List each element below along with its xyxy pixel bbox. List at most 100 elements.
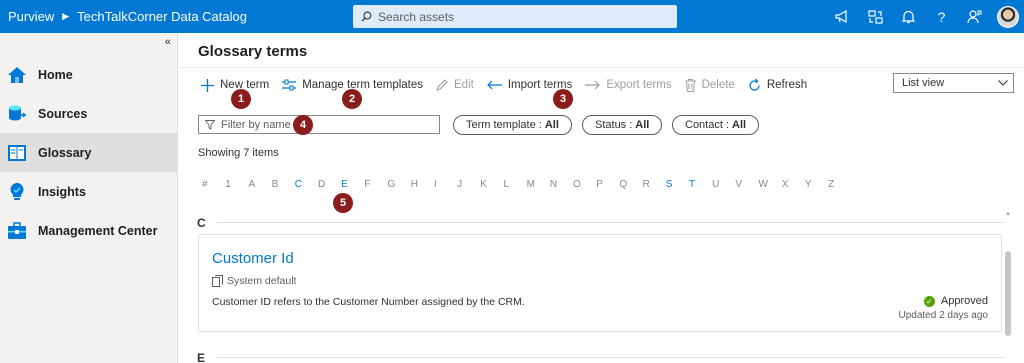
- alphabet-letter: X: [781, 179, 789, 190]
- alphabet-letter: R: [642, 179, 650, 190]
- import-arrow-icon: [486, 80, 502, 90]
- toolbar: New term Manage term templates Edit Impo…: [201, 75, 820, 95]
- alphabet-letter: I: [433, 179, 437, 190]
- catalog-name[interactable]: TechTalkCorner Data Catalog: [77, 9, 247, 24]
- alphabet-letter: O: [573, 179, 581, 190]
- filter-placeholder: Filter by name: [221, 118, 291, 131]
- sidebar-item-label: Management Center: [38, 223, 158, 238]
- alphabet-letter[interactable]: T: [689, 179, 712, 190]
- term-name-link[interactable]: Customer Id: [212, 250, 294, 267]
- sidebar-item-home[interactable]: Home: [0, 55, 177, 94]
- section-header-e: E: [197, 351, 206, 363]
- chevron-down-icon: [998, 80, 1008, 86]
- filter-by-name-input[interactable]: Filter by name: [198, 115, 440, 134]
- alphabet-letter: D: [317, 179, 326, 190]
- sidebar-item-glossary[interactable]: Glossary: [0, 133, 177, 172]
- status-filter-pill[interactable]: Status : All: [582, 115, 663, 135]
- sidebar-item-management-center[interactable]: Management Center: [0, 211, 177, 250]
- help-icon[interactable]: ?: [925, 0, 958, 33]
- scrollbar[interactable]: ▲: [1004, 211, 1012, 363]
- view-select[interactable]: List view: [893, 73, 1014, 93]
- glossary-icon: [6, 142, 28, 164]
- notifications-bell-icon[interactable]: [892, 0, 925, 33]
- top-bar: Purview ▶ TechTalkCorner Data Catalog Se…: [0, 0, 1024, 33]
- app-name[interactable]: Purview: [8, 9, 54, 24]
- feedback-icon[interactable]: [958, 0, 991, 33]
- term-template-filter-pill[interactable]: Term template : All: [453, 115, 572, 135]
- alphabet-letter: #: [202, 179, 208, 190]
- glossary-term-card[interactable]: Customer Id System default Customer ID r…: [198, 234, 1002, 332]
- section-divider: [217, 222, 1004, 223]
- alphabet-letter[interactable]: C: [295, 179, 318, 190]
- item-count: Showing 7 items: [198, 147, 279, 159]
- alphabet-letter: V: [735, 179, 742, 190]
- term-description: Customer ID refers to the Customer Numbe…: [212, 296, 525, 308]
- sidebar: « Home Sources Glossary Insights Managem…: [0, 33, 178, 363]
- home-icon: [6, 64, 28, 86]
- alphabet-letter: Z: [828, 179, 835, 190]
- status-badge: ✓ Approved: [923, 295, 988, 307]
- sidebar-item-insights[interactable]: Insights: [0, 172, 177, 211]
- checkmark-icon: ✓: [923, 295, 935, 307]
- alphabet-letter: L: [503, 179, 509, 190]
- delete-label: Delete: [701, 79, 735, 91]
- view-select-value: List view: [902, 77, 945, 89]
- delete-button[interactable]: Delete: [684, 78, 735, 92]
- scroll-up-arrow-icon[interactable]: ▲: [1004, 211, 1012, 217]
- avatar[interactable]: [997, 5, 1019, 28]
- alphabet-letter: U: [712, 179, 720, 190]
- alphabet-letter: Q: [619, 179, 628, 190]
- plus-icon: [201, 78, 214, 92]
- directory-switch-icon[interactable]: [859, 0, 892, 33]
- alphabet-letter[interactable]: S: [666, 179, 689, 190]
- collapse-sidebar-icon[interactable]: «: [165, 36, 171, 48]
- title-divider: [179, 67, 1024, 68]
- trash-icon: [684, 78, 696, 92]
- search-input[interactable]: Search assets: [353, 5, 677, 28]
- breadcrumb-separator: ▶: [62, 11, 70, 21]
- top-icons: ?: [826, 0, 1024, 33]
- alphabet-letter: H: [410, 179, 418, 190]
- search-icon: [361, 11, 372, 22]
- annotation-badge-3: 3: [553, 89, 573, 109]
- sidebar-item-label: Home: [38, 67, 73, 82]
- sidebar-item-label: Glossary: [38, 145, 92, 160]
- brand: Purview ▶ TechTalkCorner Data Catalog: [0, 9, 247, 24]
- alphabet-letter[interactable]: E: [341, 179, 364, 190]
- alphabet-letter: A: [248, 179, 256, 190]
- megaphone-icon[interactable]: [826, 0, 859, 33]
- annotation-badge-2: 2: [342, 89, 362, 109]
- alphabet-letter: M: [526, 179, 535, 190]
- export-terms-label: Export terms: [606, 79, 672, 91]
- scrollbar-thumb[interactable]: [1005, 251, 1011, 336]
- edit-label: Edit: [454, 79, 474, 91]
- edit-button[interactable]: Edit: [436, 79, 474, 91]
- refresh-button[interactable]: Refresh: [748, 78, 808, 92]
- page-title: Glossary terms: [198, 43, 308, 60]
- sidebar-item-sources[interactable]: Sources: [0, 94, 177, 133]
- sliders-icon: [282, 79, 297, 91]
- annotation-badge-5: 5: [333, 193, 353, 213]
- refresh-label: Refresh: [766, 79, 808, 91]
- pill-label: Term template :: [466, 119, 542, 131]
- alphabet-letter: F: [364, 179, 371, 190]
- alphabet-letter: N: [549, 179, 558, 190]
- pill-value: All: [635, 119, 650, 131]
- sidebar-item-label: Sources: [38, 106, 88, 121]
- pill-label: Status :: [595, 119, 633, 131]
- alphabet-letter: J: [457, 179, 463, 190]
- search-placeholder: Search assets: [378, 9, 455, 24]
- section-divider: [217, 357, 1004, 358]
- sources-icon: [6, 103, 28, 125]
- export-arrow-icon: [585, 80, 601, 90]
- alphabet-letter: K: [480, 179, 487, 190]
- sidebar-item-label: Insights: [38, 184, 86, 199]
- template-icon: [212, 275, 223, 287]
- term-template-label: System default: [227, 275, 297, 287]
- status-label: Approved: [940, 295, 988, 307]
- contact-filter-pill[interactable]: Contact : All: [672, 115, 760, 135]
- alphabet-letter: B: [271, 179, 279, 190]
- alphabet-index: #1 A B C D E F G H I J K L M N O P Q R S T U V W X Y Z: [202, 179, 851, 190]
- alphabet-letter: 1: [225, 179, 231, 190]
- export-terms-button[interactable]: Export terms: [585, 79, 672, 91]
